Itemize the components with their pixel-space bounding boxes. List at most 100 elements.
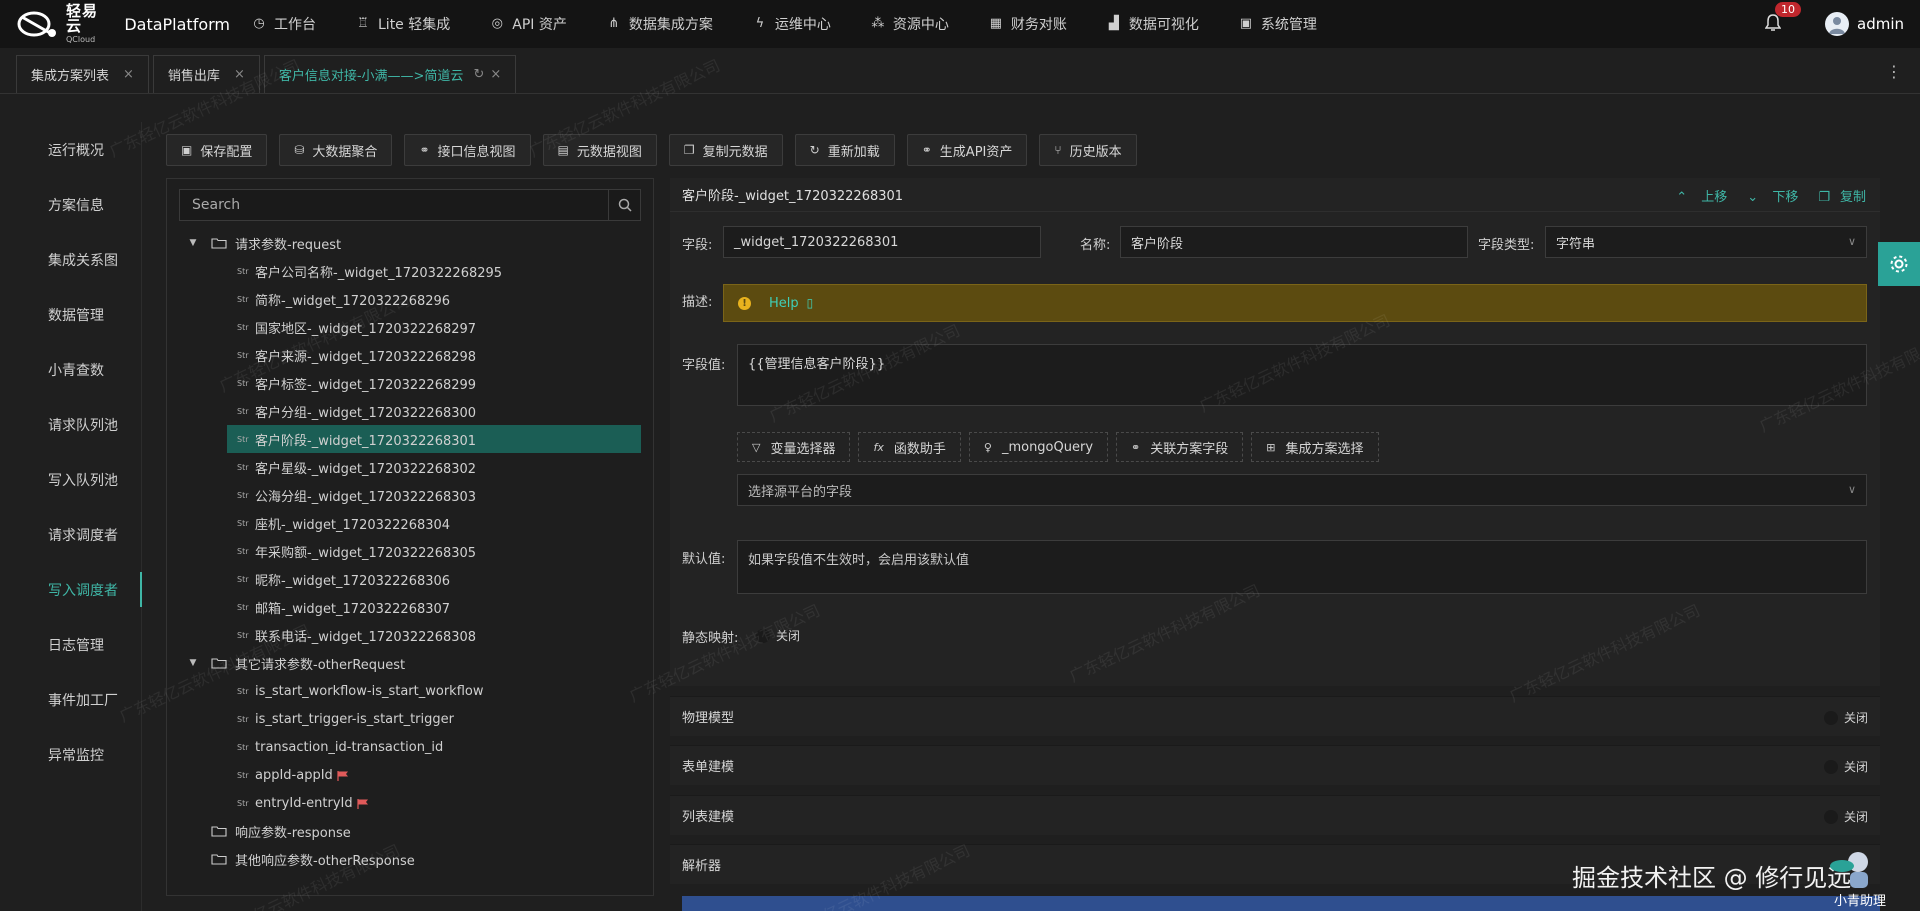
sidebar-item-logs[interactable]: 日志管理	[0, 617, 141, 672]
related-field-button[interactable]: ⚭关联方案字段	[1116, 432, 1243, 462]
settings-float-button[interactable]	[1878, 242, 1920, 286]
close-icon[interactable]: ×	[490, 67, 501, 82]
tab-customer-sync[interactable]: 客户信息对接-小满——>简道云↻×	[264, 55, 516, 93]
tree-leaf[interactable]: Str客户公司名称-_widget_1720322268295	[167, 257, 653, 285]
name-input[interactable]: 客户阶段	[1120, 226, 1468, 258]
tree-leaf[interactable]: Str年采购额-_widget_1720322268305	[167, 537, 653, 565]
nav-api-assets[interactable]: ◎API 资产	[470, 0, 587, 48]
move-down-button[interactable]: ⌄ 下移	[1737, 186, 1798, 205]
static-map-toggle[interactable]: 关闭	[756, 627, 800, 644]
big-data-aggregate-button[interactable]: ⛁大数据聚合	[279, 134, 392, 166]
variable-selector-button[interactable]: ▽变量选择器	[737, 432, 850, 462]
logo[interactable]: 轻易云 QCloud DataPlatform	[0, 4, 230, 44]
nav-finance[interactable]: ▦财务对账	[969, 0, 1087, 48]
section-form-model[interactable]: 表单建模 关闭	[670, 745, 1880, 785]
sidebar-item-exception-monitor[interactable]: 异常监控	[0, 727, 141, 782]
sidebar-item-event-factory[interactable]: 事件加工厂	[0, 672, 141, 727]
default-textarea[interactable]: 如果字段值不生效时，会启用该默认值	[737, 540, 1867, 594]
field-input[interactable]: _widget_1720322268301	[723, 226, 1041, 258]
tree-leaf[interactable]: Str客户星级-_widget_1720322268302	[167, 453, 653, 481]
string-type-icon: Str	[237, 771, 249, 780]
function-helper-button[interactable]: fx函数助手	[858, 432, 960, 462]
source-field-select[interactable]: 选择源平台的字段∨	[737, 474, 1867, 506]
tree-leaf[interactable]: Str客户来源-_widget_1720322268298	[167, 341, 653, 369]
tree-leaf[interactable]: Str联系电话-_widget_1720322268308	[167, 621, 653, 649]
avatar[interactable]	[1825, 12, 1849, 36]
tree-leaf[interactable]: Str客户标签-_widget_1720322268299	[167, 369, 653, 397]
tab-sales-outbound[interactable]: 销售出库×	[153, 55, 260, 93]
sidebar-item-solution-info[interactable]: 方案信息	[0, 177, 141, 232]
nav-visualization[interactable]: ▟数据可视化	[1087, 0, 1219, 48]
tree-group[interactable]: 其他响应参数-otherResponse	[167, 845, 653, 873]
metadata-view-button[interactable]: ▤元数据视图	[543, 134, 657, 166]
close-icon[interactable]: ×	[123, 67, 134, 82]
notification-bell[interactable]: 10	[1765, 14, 1785, 34]
list-model-toggle[interactable]: 关闭	[1824, 808, 1868, 825]
sidebar-item-write-scheduler[interactable]: 写入调度者	[0, 562, 141, 617]
tree-leaf[interactable]: StrentryId-entryId	[167, 789, 653, 817]
caret-down-icon[interactable]: ▼	[187, 658, 199, 668]
tree-leaf[interactable]: Str邮箱-_widget_1720322268307	[167, 593, 653, 621]
string-type-icon: Str	[237, 603, 249, 612]
required-flag-icon	[337, 770, 349, 780]
move-up-button[interactable]: ⌃ 上移	[1666, 186, 1727, 205]
tree-leaf[interactable]: Str客户分组-_widget_1720322268300	[167, 397, 653, 425]
reload-button[interactable]: ↻重新加载	[795, 134, 895, 166]
document-icon[interactable]: ▯	[807, 296, 814, 310]
clock-icon: ◷	[252, 17, 266, 31]
sidebar-item-request-queue[interactable]: 请求队列池	[0, 397, 141, 452]
tree-leaf[interactable]: Stris_start_trigger-is_start_trigger	[167, 705, 653, 733]
brand-name: DataPlatform	[124, 15, 230, 34]
sidebar-item-relation-graph[interactable]: 集成关系图	[0, 232, 141, 287]
caret-down-icon[interactable]: ▼	[187, 238, 199, 248]
tree-leaf[interactable]: Str简称-_widget_1720322268296	[167, 285, 653, 313]
nav-ops[interactable]: ϟ运维中心	[733, 0, 851, 48]
sidebar-item-request-scheduler[interactable]: 请求调度者	[0, 507, 141, 562]
copy-metadata-button[interactable]: ❐复制元数据	[669, 134, 783, 166]
tree-group[interactable]: 响应参数-response	[167, 817, 653, 845]
save-config-button[interactable]: ▣保存配置	[166, 134, 267, 166]
section-list-model[interactable]: 列表建模 关闭	[670, 795, 1880, 835]
copy-field-button[interactable]: ❐复制	[1808, 186, 1866, 205]
nav-resources[interactable]: ⁂资源中心	[851, 0, 969, 48]
tree-leaf[interactable]: Str国家地区-_widget_1720322268297	[167, 313, 653, 341]
tree-leaf[interactable]: Str昵称-_widget_1720322268306	[167, 565, 653, 593]
tree-leaf-label: 公海分组-_widget_1720322268303	[255, 486, 476, 505]
help-link[interactable]: Help	[769, 296, 799, 311]
physical-model-toggle[interactable]: 关闭	[1824, 709, 1868, 726]
nav-lite[interactable]: ♖Lite 轻集成	[336, 0, 470, 48]
user-name[interactable]: admin	[1857, 15, 1904, 33]
search-input[interactable]	[180, 190, 608, 220]
sidebar-item-data-management[interactable]: 数据管理	[0, 287, 141, 342]
sidebar-item-data-query[interactable]: 小青查数	[0, 342, 141, 397]
nav-integration[interactable]: ⋔数据集成方案	[587, 0, 733, 48]
close-icon[interactable]: ×	[234, 67, 245, 82]
solution-select-button[interactable]: ⊞集成方案选择	[1251, 432, 1378, 462]
assistant-label[interactable]: 小青助理	[1834, 890, 1886, 909]
value-textarea[interactable]: {{管理信息客户阶段}}	[737, 344, 1867, 406]
detail-title: 客户阶段-_widget_1720322268301	[682, 185, 903, 204]
mongo-query-button[interactable]: ♀_mongoQuery	[969, 432, 1108, 462]
sidebar-item-write-queue[interactable]: 写入队列池	[0, 452, 141, 507]
tree-leaf[interactable]: Str客户阶段-_widget_1720322268301	[227, 425, 641, 453]
tab-solution-list[interactable]: 集成方案列表×	[16, 55, 149, 93]
tree-leaf[interactable]: Str公海分组-_widget_1720322268303	[167, 481, 653, 509]
nav-system[interactable]: ▣系统管理	[1219, 0, 1337, 48]
refresh-icon[interactable]: ↻	[473, 67, 484, 82]
nav-workbench[interactable]: ◷工作台	[232, 0, 336, 48]
history-version-button[interactable]: ⑂历史版本	[1039, 134, 1136, 166]
search-button[interactable]	[608, 190, 640, 220]
more-icon[interactable]: ⋮	[1886, 62, 1902, 81]
tree-group[interactable]: ▼其它请求参数-otherRequest	[167, 649, 653, 677]
tree-leaf[interactable]: Str座机-_widget_1720322268304	[167, 509, 653, 537]
tree-group[interactable]: ▼请求参数-request	[167, 229, 653, 257]
form-model-toggle[interactable]: 关闭	[1824, 758, 1868, 775]
tree-leaf[interactable]: StrappId-appId	[167, 761, 653, 789]
api-info-view-button[interactable]: ⚭接口信息视图	[404, 134, 530, 166]
type-select[interactable]: 字符串∨	[1545, 226, 1867, 258]
tree-leaf[interactable]: Stris_start_workflow-is_start_workflow	[167, 677, 653, 705]
section-physical-model[interactable]: 物理模型 关闭	[670, 696, 1880, 736]
generate-api-button[interactable]: ⚭生成API资产	[907, 134, 1028, 166]
tree-leaf[interactable]: Strtransaction_id-transaction_id	[167, 733, 653, 761]
sidebar-item-overview[interactable]: 运行概况	[0, 122, 141, 177]
